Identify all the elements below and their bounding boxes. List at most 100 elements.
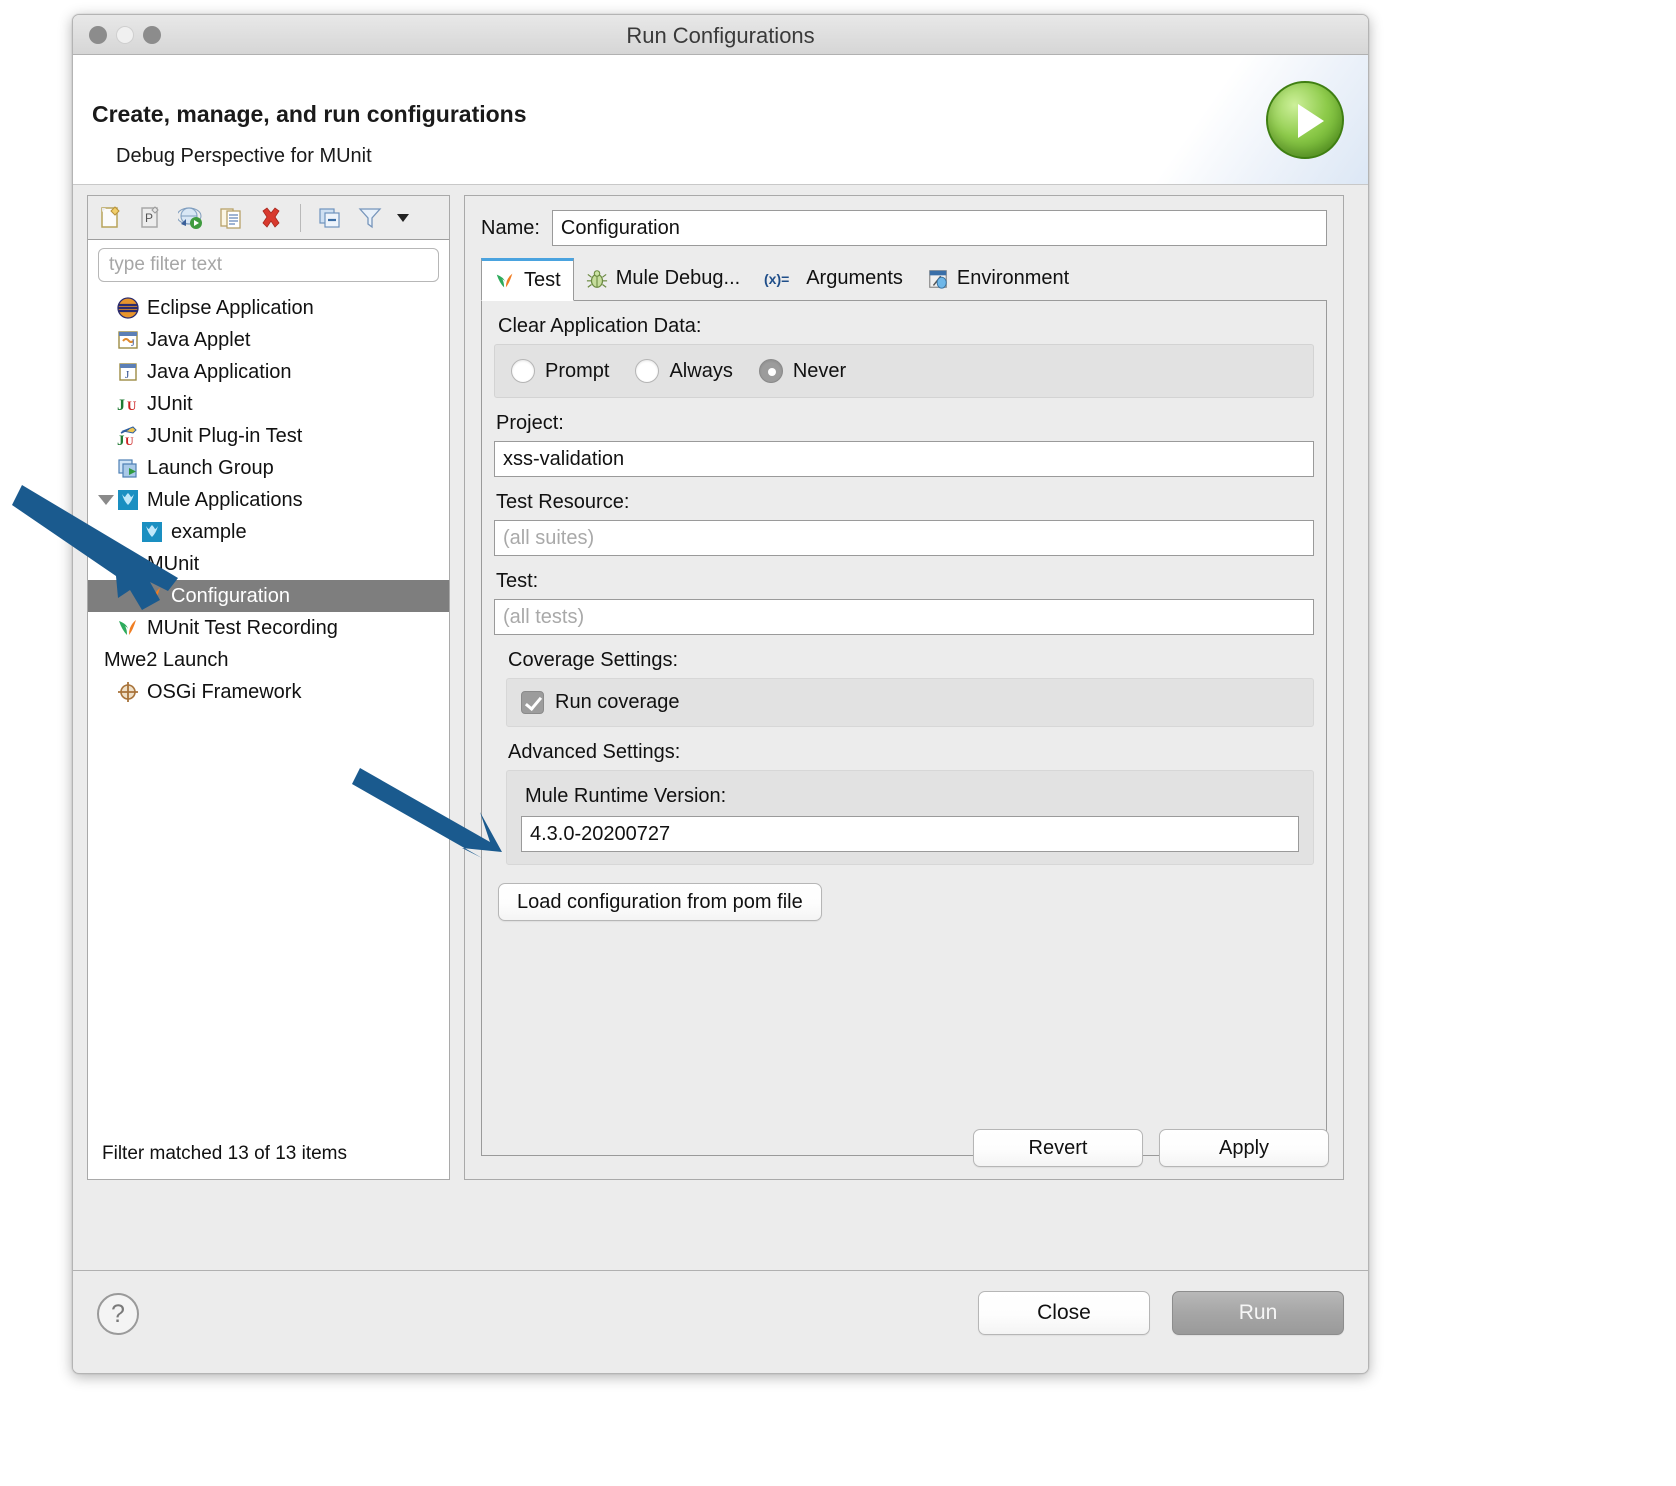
new-prototype-icon[interactable]: P [136,203,166,233]
page-title: Create, manage, and run configurations [92,101,527,128]
tree-item-label: JUnit [147,394,193,414]
project-label: Project: [496,412,1314,435]
twisty-expanded-icon[interactable] [96,495,116,505]
tree-item-label: Mwe2 Launch [104,650,229,670]
search-input[interactable] [98,248,439,282]
tree-item-label: example [171,522,247,542]
filter-status-text: Filter matched 13 of 13 items [102,1143,347,1165]
tree-item-launch-group[interactable]: Launch Group [88,452,449,484]
mule-runtime-version-label: Mule Runtime Version: [525,785,1299,808]
tree-item-example[interactable]: example [88,516,449,548]
tree-item-java-application[interactable]: J Java Application [88,356,449,388]
test-label: Test: [496,570,1314,593]
launch-configurations-panel: P [87,195,450,1180]
radio-always-indicator[interactable] [635,359,659,383]
launch-group-icon [116,456,140,480]
radio-never-indicator[interactable] [759,359,783,383]
test-tab-content: Clear Application Data: Prompt Always [481,301,1327,1156]
osgi-icon [116,680,140,704]
revert-button[interactable]: Revert [973,1129,1143,1167]
collapse-all-icon[interactable] [315,203,345,233]
tree-item-configuration[interactable]: Configuration [88,580,449,612]
svg-text:U: U [125,434,134,448]
tree-item-mule-applications[interactable]: Mule Applications [88,484,449,516]
bug-icon [586,268,608,290]
name-row: Name: [465,196,1343,246]
java-application-icon: J [116,360,140,384]
apply-button[interactable]: Apply [1159,1129,1329,1167]
page-subtitle: Debug Perspective for MUnit [116,145,372,168]
radio-prompt-indicator[interactable] [511,359,535,383]
clear-application-data-group: Prompt Always Never [494,344,1314,398]
tab-mule-debug[interactable]: Mule Debug... [574,257,753,300]
close-button[interactable]: Close [978,1291,1150,1335]
advanced-settings-group: Mule Runtime Version: 4.3.0-20200727 [506,770,1314,865]
radio-never[interactable]: Never [759,359,846,383]
radio-always[interactable]: Always [635,359,732,383]
help-icon[interactable]: ? [97,1293,139,1335]
tree-item-label: MUnit Test Recording [147,618,338,638]
svg-text:U: U [127,398,137,413]
junit-plugin-icon: J U [116,424,140,448]
radio-prompt[interactable]: Prompt [511,359,609,383]
munit-icon [116,552,140,576]
configuration-name-input[interactable] [552,210,1327,246]
mule-runtime-version-input[interactable]: 4.3.0-20200727 [521,816,1299,852]
mule-icon [140,520,164,544]
tree-toolbar: P [88,196,449,240]
munit-icon [140,584,164,608]
advanced-settings-label: Advanced Settings: [508,741,1314,764]
tree-item-junit-plugin-test[interactable]: J U JUnit Plug-in Test [88,420,449,452]
tree-item-label: Launch Group [147,458,274,478]
dialog-body: P [73,185,1368,1270]
tree-item-munit-test-recording[interactable]: MUnit Test Recording [88,612,449,644]
delete-icon[interactable] [256,203,286,233]
launch-configuration-tree: Eclipse Application J Java Ap [88,286,449,708]
tab-arguments[interactable]: (x)= Arguments [752,257,915,300]
tree-item-label: OSGi Framework [147,682,301,702]
tab-label: Arguments [806,267,903,290]
tree-item-junit[interactable]: J U JUnit [88,388,449,420]
filter-icon[interactable] [355,203,385,233]
tree-item-eclipse-application[interactable]: Eclipse Application [88,292,449,324]
run-coverage-checkbox-row[interactable]: Run coverage [521,691,1299,714]
window-title: Run Configurations [73,23,1368,49]
project-input[interactable]: xss-validation [494,441,1314,477]
filter-input-wrapper [88,240,449,286]
tree-item-label: Mule Applications [147,490,303,510]
radio-never-label: Never [793,360,846,383]
dialog-footer: ? Close Run [73,1270,1368,1370]
run-button[interactable]: Run [1172,1291,1344,1335]
new-launch-configuration-icon[interactable] [96,203,126,233]
export-launch-configuration-icon[interactable] [176,203,206,233]
tree-item-label: MUnit [147,554,199,574]
twisty-expanded-icon[interactable] [96,559,116,569]
test-resource-input[interactable]: (all suites) [494,520,1314,556]
clear-application-data-radio-group: Prompt Always Never [511,359,1297,383]
tab-test[interactable]: Test [481,258,574,301]
load-configuration-from-pom-button[interactable]: Load configuration from pom file [498,883,822,921]
munit-icon [116,616,140,640]
name-label: Name: [481,217,540,240]
tab-label: Mule Debug... [616,267,741,290]
tree-item-label: Java Applet [147,330,250,350]
run-configurations-window: Run Configurations Create, manage, and r… [72,14,1369,1374]
tree-item-mwe2-launch[interactable]: Mwe2 Launch [88,644,449,676]
run-green-play-icon [1266,81,1344,159]
tab-environment[interactable]: Environment [915,257,1081,300]
window-titlebar: Run Configurations [73,15,1368,55]
svg-text:J: J [125,369,130,381]
tree-item-java-applet[interactable]: J Java Applet [88,324,449,356]
duplicate-icon[interactable] [216,203,246,233]
tree-item-label: JUnit Plug-in Test [147,426,302,446]
run-coverage-checkbox[interactable] [521,691,544,714]
tree-item-label: Java Application [147,362,292,382]
tree-item-munit[interactable]: MUnit [88,548,449,580]
test-input[interactable]: (all tests) [494,599,1314,635]
svg-text:(x)=: (x)= [764,271,789,287]
tab-label: Environment [957,267,1069,290]
tree-item-osgi-framework[interactable]: OSGi Framework [88,676,449,708]
screenshot-root: Run Configurations Create, manage, and r… [0,0,1676,1486]
svg-text:J: J [117,397,125,414]
chevron-down-icon[interactable] [397,214,409,222]
